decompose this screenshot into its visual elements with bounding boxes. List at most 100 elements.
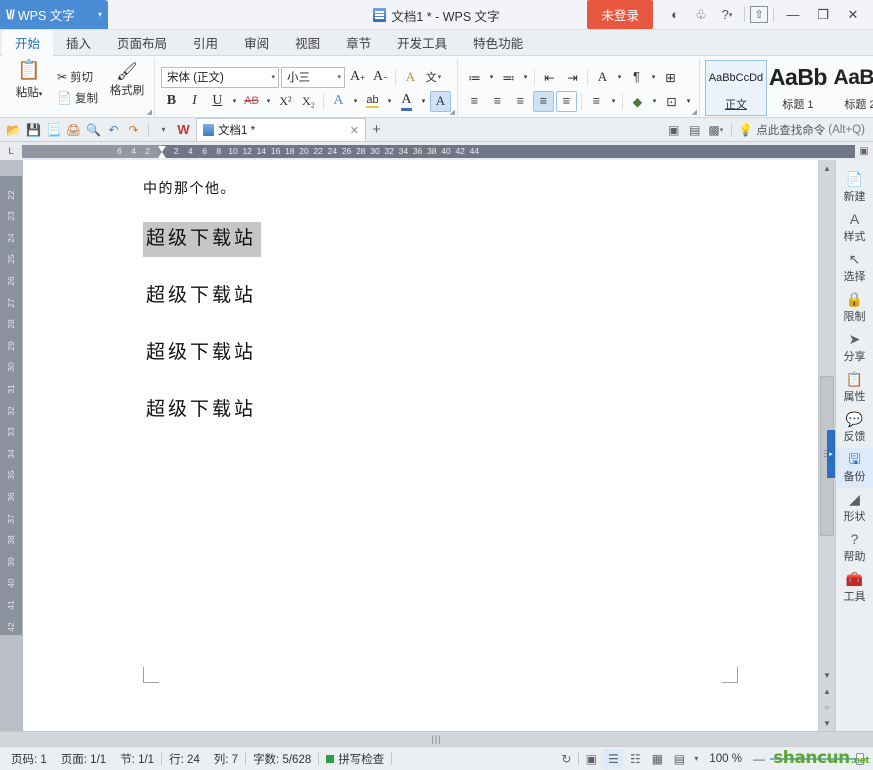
help-icon[interactable]: ? ▾	[715, 3, 739, 27]
clipboard-dialog-launcher[interactable]: ◢	[147, 108, 152, 116]
underline-dropdown[interactable]: ▾	[230, 91, 239, 112]
page-view-icon[interactable]: ☰	[603, 748, 624, 769]
borders-button[interactable]: ⊡	[661, 91, 682, 112]
sidebar-item-限制[interactable]: 🔒 限制	[836, 288, 873, 328]
align-center-button[interactable]: ≡	[487, 91, 508, 112]
strikethrough-button[interactable]: AB	[241, 91, 262, 112]
align-left-button[interactable]: ≡	[464, 91, 485, 112]
strikethrough-dropdown[interactable]: ▾	[264, 91, 273, 112]
sidebar-item-工具[interactable]: 🧰 工具	[836, 568, 873, 608]
ribbon-tab-references[interactable]: 引用	[180, 30, 231, 55]
previous-page-button[interactable]: ▲	[819, 683, 835, 699]
sidebar-item-新建[interactable]: 📄 新建	[836, 168, 873, 208]
font-name-combobox[interactable]: 宋体 (正文) ▾	[160, 66, 279, 88]
decrease-indent-button[interactable]: ⇤	[539, 67, 560, 88]
font-size-combobox[interactable]: 小三 ▾	[280, 66, 345, 88]
numbering-dropdown[interactable]: ▾	[521, 67, 530, 88]
text-effects-button[interactable]: A	[328, 91, 349, 112]
grow-font-button[interactable]: A +	[347, 67, 368, 88]
restore-icon[interactable]: ▣	[664, 120, 683, 139]
new-tab-button[interactable]: +	[367, 120, 386, 139]
line-spacing-button[interactable]: ≡	[586, 91, 607, 112]
subscript-button[interactable]: X₂	[298, 91, 319, 112]
sidebar-item-备份[interactable]: 🖫 备份	[836, 448, 873, 488]
ribbon-tab-view[interactable]: 视图	[282, 30, 333, 55]
status-page-count[interactable]: 页面: 1/1	[54, 751, 113, 767]
paragraph-dialog-launcher[interactable]: ◢	[692, 108, 697, 116]
view-mode-caret-icon[interactable]: ▾	[691, 749, 701, 769]
highlight-button[interactable]: ab	[362, 91, 383, 112]
web-view-icon[interactable]: ▦	[647, 749, 667, 769]
sidebar-item-样式[interactable]: A 样式	[836, 208, 873, 248]
status-column[interactable]: 列: 7	[207, 751, 245, 767]
chevron-down-icon[interactable]: ▾	[98, 10, 102, 19]
print-icon[interactable]: 🖨	[64, 120, 83, 139]
indent-marker[interactable]	[157, 146, 167, 158]
bullets-button[interactable]: ≔	[464, 67, 485, 88]
ribbon-tab-page-layout[interactable]: 页面布局	[104, 30, 180, 55]
zoom-out-button[interactable]: —	[750, 752, 768, 766]
next-page-button[interactable]: ▼	[819, 715, 835, 731]
sidebar-collapse-handle[interactable]: ▸	[827, 430, 835, 478]
undo-icon[interactable]: ↶	[104, 120, 123, 139]
copy-button[interactable]: 📄 复制	[53, 88, 102, 108]
status-row[interactable]: 行: 24	[162, 751, 207, 767]
underline-button[interactable]: U	[207, 91, 228, 112]
shrink-font-button[interactable]: A −	[370, 67, 391, 88]
bold-button[interactable]: B	[161, 91, 182, 112]
character-shading-button[interactable]: A	[429, 90, 451, 112]
scroll-up-button[interactable]: ▲	[819, 160, 835, 176]
horizontal-scrollbar[interactable]: |||	[0, 731, 873, 746]
paragraph-intro[interactable]: 中的那个他。	[143, 182, 818, 196]
history-icon[interactable]: ↻	[556, 749, 576, 769]
clear-formatting-button[interactable]: A	[400, 67, 421, 88]
sort-button[interactable]: A	[592, 67, 613, 88]
scroll-down-button[interactable]: ▼	[819, 667, 835, 683]
sidebar-item-分享[interactable]: ➤ 分享	[836, 328, 873, 368]
sidebar-item-帮助[interactable]: ? 帮助	[836, 528, 873, 568]
sidebar-item-选择[interactable]: ↖ 选择	[836, 248, 873, 288]
paragraph-line-2[interactable]: 超级下载站	[143, 279, 261, 314]
print-preview-icon[interactable]: 🔍	[84, 120, 103, 139]
shading-button[interactable]: ◆	[627, 91, 648, 112]
horizontal-scroll-thumb[interactable]: |||	[431, 734, 441, 744]
sidebar-item-形状[interactable]: ◢ 形状	[836, 488, 873, 528]
superscript-button[interactable]: X²	[275, 91, 296, 112]
shading-dropdown[interactable]: ▾	[650, 91, 659, 112]
zoom-level-label[interactable]: 100 %	[703, 753, 748, 765]
format-painter-button[interactable]: 🖌 格式刷	[104, 58, 150, 117]
document-tab[interactable]: 文档1 * ✕	[196, 118, 366, 141]
vertical-scroll-track[interactable]	[819, 176, 835, 667]
sort-dropdown[interactable]: ▾	[615, 67, 624, 88]
ribbon-tab-special-features[interactable]: 特色功能	[460, 30, 536, 55]
style-heading-2[interactable]: AaBb 标题 2	[829, 60, 873, 116]
style-normal[interactable]: AaBbCcDd 正文	[704, 59, 767, 116]
increase-indent-button[interactable]: ⇥	[562, 67, 583, 88]
sidebar-item-属性[interactable]: 📋 属性	[836, 368, 873, 408]
maximize-button[interactable]: ❐	[809, 1, 837, 29]
save-icon[interactable]: 💾	[24, 120, 43, 139]
distribute-button[interactable]: ≡	[555, 90, 577, 112]
horizontal-ruler[interactable]: 6 4 2 2 4 6 8 10 12 14 16 18 20 22 24 26 28 30 32 34 36 38 40 4…	[22, 142, 855, 160]
paragraph-line-3[interactable]: 超级下载站	[143, 336, 261, 371]
cut-button[interactable]: ✂ 剪切	[53, 67, 102, 87]
open-icon[interactable]: 📂	[4, 120, 23, 139]
align-justify-button[interactable]: ≡	[532, 90, 554, 112]
login-button[interactable]: 未登录	[587, 0, 653, 29]
paragraph-line-4[interactable]: 超级下载站	[143, 393, 261, 428]
line-spacing-dropdown[interactable]: ▾	[609, 91, 618, 112]
close-button[interactable]: ✕	[839, 1, 867, 29]
font-dialog-launcher[interactable]: ◢	[450, 108, 455, 116]
paragraph-selected[interactable]: 超级下载站	[143, 222, 262, 257]
ribbon-tab-start[interactable]: 开始	[2, 30, 54, 56]
view-mode-icon[interactable]: ▩ ▾	[706, 120, 725, 139]
show-marks-dropdown[interactable]: ▾	[649, 67, 658, 88]
status-section[interactable]: 节: 1/1	[113, 751, 161, 767]
app-tab-wps-writer[interactable]: \// WPS 文字 ▾	[0, 0, 108, 29]
select-browse-object-button[interactable]: ○	[819, 699, 835, 715]
full-screen-icon[interactable]: ▣	[581, 749, 601, 769]
grid-button[interactable]: ⊞	[660, 67, 681, 88]
layout-icon[interactable]: ▤	[685, 120, 704, 139]
document-body[interactable]: 中的那个他。 超级下载站 超级下载站 超级下载站 超级下载站	[23, 160, 818, 450]
outline-view-icon[interactable]: ☷	[625, 749, 645, 769]
